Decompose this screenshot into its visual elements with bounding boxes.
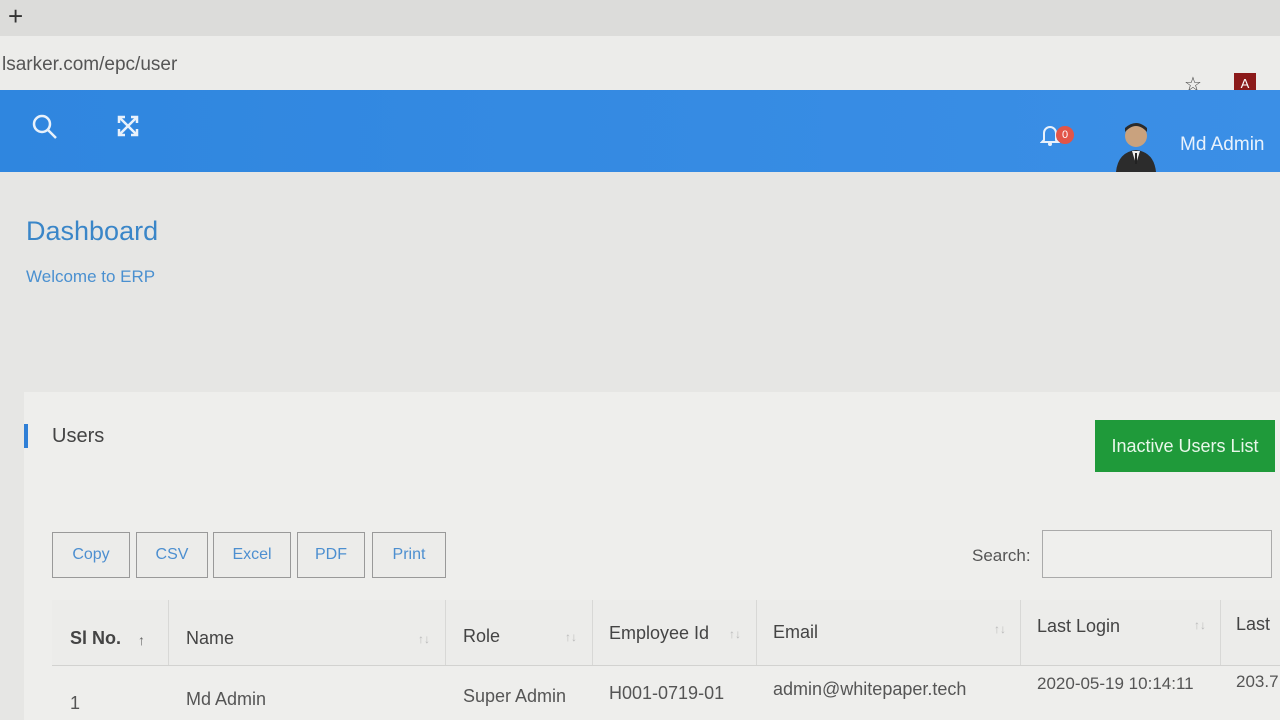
table-search-input[interactable] (1042, 530, 1272, 578)
url-text[interactable]: lsarker.com/epc/user (2, 54, 177, 76)
column-header-email[interactable]: Email (773, 622, 818, 643)
column-divider (445, 600, 446, 666)
cell-last-login: 2020-05-19 10:14:11 (1037, 674, 1194, 693)
inactive-users-list-button[interactable]: Inactive Users List (1095, 420, 1275, 472)
column-header-name[interactable]: Name (186, 628, 234, 649)
card-title: Users (52, 425, 105, 447)
column-divider (756, 600, 757, 666)
column-header-sl-no[interactable]: Sl No. (70, 628, 121, 649)
table-row-divider (52, 665, 1280, 666)
copy-button[interactable]: Copy (52, 532, 130, 578)
cell-email: admin@whitepaper.tech (773, 679, 967, 699)
sort-icon[interactable]: ↑↓ (994, 622, 1006, 636)
page-title: Dashboard (26, 216, 159, 246)
page-subtitle: Welcome to ERP (26, 267, 156, 286)
top-navbar (0, 90, 1280, 172)
sort-icon[interactable]: ↑↓ (565, 630, 577, 644)
address-bar[interactable]: lsarker.com/epc/user ☆ A (0, 36, 1280, 96)
column-divider (168, 600, 169, 666)
browser-tab-strip: + (0, 0, 1280, 36)
excel-button[interactable]: Excel (213, 532, 291, 578)
column-divider (1220, 600, 1221, 666)
user-avatar[interactable] (1112, 118, 1160, 172)
column-header-last-login[interactable]: Last Login (1037, 616, 1120, 637)
csv-button[interactable]: CSV (136, 532, 208, 578)
column-header-role[interactable]: Role (463, 626, 500, 647)
cell-role: Super Admin (463, 686, 567, 706)
column-header-employee-id[interactable]: Employee Id (609, 623, 709, 644)
search-icon[interactable] (32, 114, 58, 145)
column-divider (592, 600, 593, 666)
user-name-label[interactable]: Md Admin (1180, 134, 1264, 156)
cell-employee-id: H001-0719-01 (609, 683, 725, 703)
column-divider (1020, 600, 1021, 666)
fullscreen-icon[interactable] (116, 114, 140, 143)
pdf-button[interactable]: PDF (297, 532, 365, 578)
new-tab-button[interactable]: + (8, 1, 23, 31)
cell-last-ip: 203.7 (1236, 672, 1279, 691)
sort-icon[interactable]: ↑↓ (729, 627, 741, 641)
column-header-last[interactable]: Last (1236, 614, 1270, 635)
sort-asc-icon[interactable]: ↑ (138, 632, 145, 648)
notification-count-badge: 0 (1056, 126, 1074, 144)
sort-icon[interactable]: ↑↓ (418, 632, 430, 646)
sort-icon[interactable]: ↑↓ (1194, 618, 1206, 632)
print-button[interactable]: Print (372, 532, 446, 578)
card-title-accent (24, 424, 28, 448)
cell-name: Md Admin (186, 689, 267, 709)
search-label: Search: (972, 546, 1031, 565)
cell-sl-no: 1 (70, 693, 81, 713)
